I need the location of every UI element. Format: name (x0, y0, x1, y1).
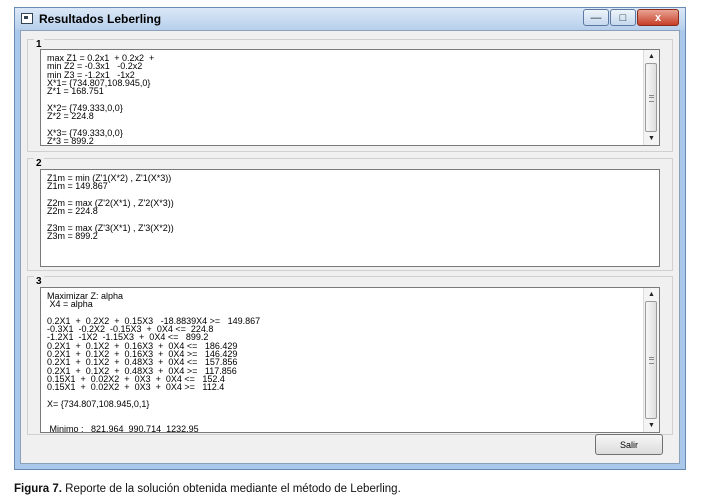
results-textbox-1[interactable]: max Z1 = 0.2x1 + 0.2x2 + min Z2 = -0.3x1… (40, 49, 660, 146)
scroll-up-arrow-icon[interactable]: ▲ (644, 288, 659, 301)
scrollbar-3[interactable]: ▲ ▼ (643, 288, 659, 432)
scroll-thumb[interactable] (645, 301, 657, 419)
scroll-down-arrow-icon[interactable]: ▼ (644, 132, 659, 145)
group-3: 3 Maximizar Z: alpha X4 = alpha 0.2X1 + … (27, 276, 673, 435)
group-2-label: 2 (34, 158, 44, 169)
results-text-3: Maximizar Z: alpha X4 = alpha 0.2X1 + 0.… (47, 291, 261, 433)
figure-number: Figura 7. (14, 483, 62, 495)
close-button[interactable]: x (637, 9, 679, 26)
minimize-button[interactable]: — (583, 9, 609, 26)
scroll-thumb[interactable] (645, 63, 657, 132)
title-bar[interactable]: Resultados Leberling — □ x (15, 8, 685, 30)
results-textbox-3[interactable]: Maximizar Z: alpha X4 = alpha 0.2X1 + 0.… (40, 287, 660, 433)
scroll-up-arrow-icon[interactable]: ▲ (644, 50, 659, 63)
scrollbar-1[interactable]: ▲ ▼ (643, 50, 659, 145)
group-1: 1 max Z1 = 0.2x1 + 0.2x2 + min Z2 = -0.3… (27, 39, 673, 152)
results-textbox-2[interactable]: Z1m = min (Z'1(X*2) , Z'1(X*3)) Z1m = 14… (40, 169, 660, 267)
group-3-label: 3 (34, 276, 44, 287)
grip-icon (649, 357, 654, 364)
window-controls: — □ x (582, 9, 679, 26)
window-client-area: 1 max Z1 = 0.2x1 + 0.2x2 + min Z2 = -0.3… (20, 30, 680, 464)
group-2: 2 Z1m = min (Z'1(X*2) , Z'1(X*3)) Z1m = … (27, 158, 673, 271)
exit-button[interactable]: Salir (595, 434, 663, 455)
app-icon (21, 13, 33, 24)
figure-caption: Figura 7. Reporte de la solución obtenid… (14, 483, 401, 495)
grip-icon (649, 94, 654, 102)
scroll-down-arrow-icon[interactable]: ▼ (644, 419, 659, 432)
results-text-1: max Z1 = 0.2x1 + 0.2x2 + min Z2 = -0.3x1… (47, 53, 155, 146)
results-text-2: Z1m = min (Z'1(X*2) , Z'1(X*3)) Z1m = 14… (47, 173, 174, 242)
caption-text: Reporte de la solución obtenida mediante… (61, 483, 401, 495)
maximize-button[interactable]: □ (610, 9, 636, 26)
window-title: Resultados Leberling (39, 12, 162, 26)
results-window: Resultados Leberling — □ x 1 max Z1 = 0.… (14, 7, 686, 470)
